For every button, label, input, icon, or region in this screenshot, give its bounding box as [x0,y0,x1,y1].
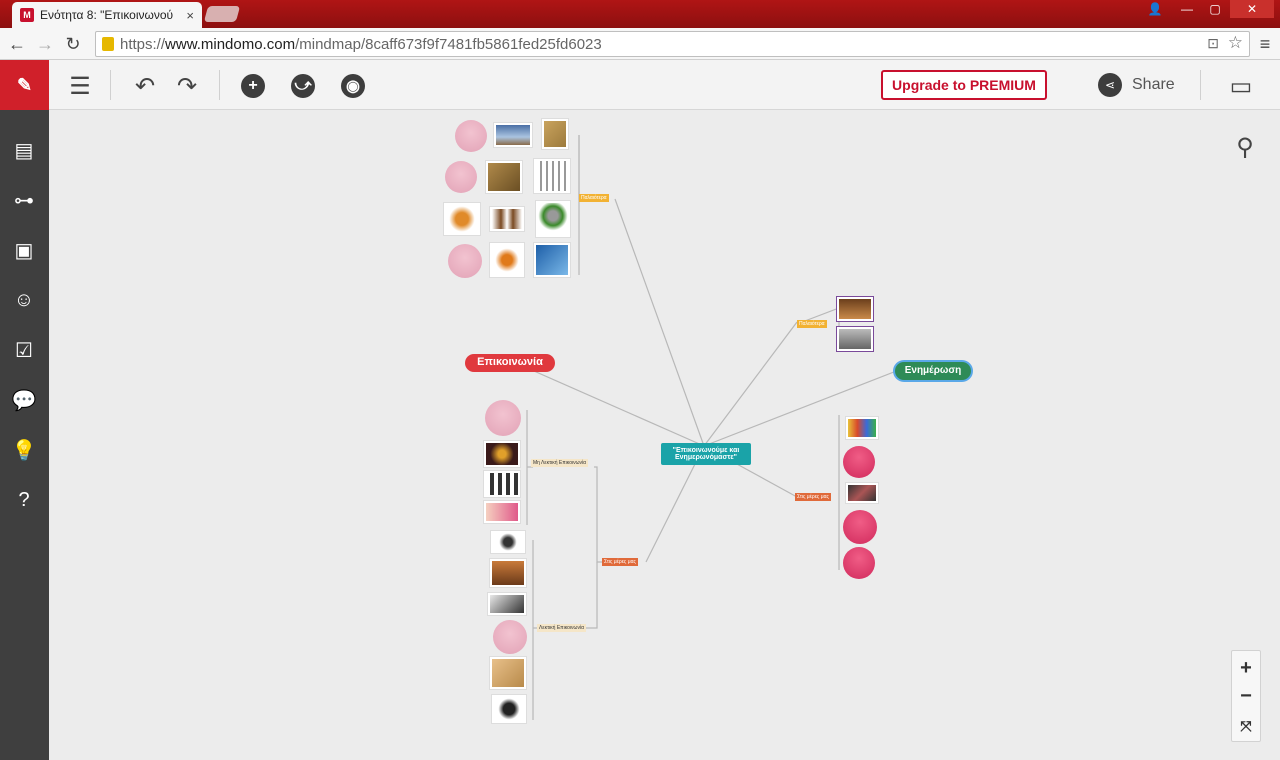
image-node[interactable] [483,500,521,524]
tab-close-icon[interactable]: × [186,8,194,23]
image-node[interactable] [487,592,527,616]
toolbar-divider [1200,70,1201,100]
sub-topic-today-left[interactable]: Στις μέρες μας [602,558,638,566]
sub-topic-verbal[interactable]: Λεκτική Επικοινωνία [537,624,586,632]
pink-topic-node[interactable] [485,400,521,436]
main-topic-information[interactable]: Ενημέρωση [895,362,971,380]
new-tab-button[interactable] [203,6,241,22]
translate-icon[interactable]: ⊡ [1207,35,1219,52]
mindomo-logo[interactable]: ✎ [0,60,49,110]
minimize-button[interactable]: — [1174,0,1200,18]
tab-title: Ενότητα 8: "Επικοινωνού [40,8,174,22]
image-node[interactable] [485,160,523,194]
pink-topic-node[interactable] [843,446,875,478]
image-node[interactable] [483,440,521,468]
comments-icon[interactable]: 💬 [10,386,38,414]
link-icon[interactable]: ⊶ [10,186,38,214]
sub-topic-past-top[interactable]: Παλαιότερα [579,194,609,202]
idea-icon[interactable]: 💡 [10,436,38,464]
url-path: /mindmap/8caff673f9f7481fb5861fed25fd602… [295,35,602,53]
central-topic[interactable]: "Επικοινωνούμε και Ενημερωνόμαστε" [661,443,751,465]
add-topic-icon[interactable]: + [240,73,266,99]
zoom-out-button[interactable]: − [1232,681,1260,711]
mindmap-canvas[interactable]: Παλαιότερα Επικοινωνία "Επικοινωνούμε κα… [49,110,1280,760]
pink-topic-node[interactable] [445,161,477,193]
bookmark-star-icon[interactable]: ☆ [1228,33,1243,53]
toolbar-divider [219,70,220,100]
app-toolbar: ✎ ☰ ↶ ↷ + ⤻ ◉ Upgrade to PREMIUM ⋖ Share… [0,60,1280,110]
zoom-in-button[interactable]: + [1232,653,1260,683]
task-icon[interactable]: ☑ [10,336,38,364]
sub-topic-nonverbal[interactable]: Μη Λεκτική Επικοινωνία [531,459,589,467]
undo-icon[interactable]: ↶ [132,73,158,100]
forward-icon[interactable]: → [34,33,56,55]
browser-addressbar: ← → ↻ https:// www.mindomo.com /mindmap/… [0,28,1280,60]
image-node[interactable] [533,158,571,194]
image-node[interactable] [483,470,521,498]
image-node[interactable] [489,558,527,588]
url-input[interactable]: https:// www.mindomo.com /mindmap/8caff6… [95,31,1250,57]
image-node[interactable] [836,326,874,352]
image-node[interactable] [489,206,525,232]
image-node[interactable] [493,122,533,148]
browser-titlebar: M Ενότητα 8: "Επικοινωνού × 👤 — ▢ ✕ [0,0,1280,28]
relationship-icon[interactable]: ⤻ [290,73,316,99]
image-node[interactable] [491,694,527,724]
pink-topic-node[interactable] [843,547,875,579]
image-node[interactable] [490,530,526,554]
redo-icon[interactable]: ↷ [174,73,200,100]
share-icon: ⋖ [1098,73,1122,97]
user-profile-icon[interactable]: 👤 [1142,0,1168,18]
menu-icon[interactable]: ☰ [67,73,93,100]
theme-icon[interactable]: ◉ [340,73,366,99]
pink-topic-node[interactable] [455,120,487,152]
mindomo-favicon-icon: M [20,8,34,22]
zoom-controls: + − ⤧ [1231,650,1261,742]
pink-topic-node[interactable] [448,244,482,278]
image-node[interactable] [443,202,481,236]
back-icon[interactable]: ← [6,33,28,55]
main-topic-communication[interactable]: Επικοινωνία [465,354,555,372]
search-icon[interactable]: ⚲ [1230,132,1260,162]
pink-topic-node[interactable] [843,510,877,544]
sub-topic-today-right[interactable]: Στις μέρες μας [795,493,831,501]
url-prefix: https:// [120,35,166,53]
image-node[interactable] [535,200,571,238]
image-node[interactable] [489,656,527,690]
browser-menu-icon[interactable]: ≡ [1254,33,1276,55]
image-node[interactable] [845,482,879,504]
image-node[interactable] [845,416,879,440]
reload-icon[interactable]: ↻ [62,33,84,55]
image-node[interactable] [836,296,874,322]
share-button[interactable]: ⋖ Share [1098,73,1175,97]
close-window-button[interactable]: ✕ [1230,0,1274,18]
left-sidebar: ▤ ⊶ ▣ ☺ ☑ 💬 💡 ? [0,110,49,760]
fit-to-screen-icon[interactable]: ⤧ [1232,711,1260,741]
toolbar-divider [110,70,111,100]
browser-tab[interactable]: M Ενότητα 8: "Επικοινωνού × [12,2,202,28]
emoji-icon[interactable]: ☺ [10,286,38,314]
image-node[interactable] [489,242,525,278]
sub-topic-past-right[interactable]: Παλαιότερα [797,320,827,328]
maximize-button[interactable]: ▢ [1202,0,1228,18]
image-node[interactable] [541,118,569,150]
upgrade-premium-button[interactable]: Upgrade to PREMIUM [881,70,1047,100]
outline-icon[interactable]: ▤ [10,136,38,164]
lock-icon [102,37,114,51]
help-icon[interactable]: ? [10,486,38,514]
url-host: www.mindomo.com [165,35,296,53]
image-node[interactable] [533,242,571,278]
pink-topic-node[interactable] [493,620,527,654]
presentation-icon[interactable]: ▭ [1228,73,1254,100]
image-icon[interactable]: ▣ [10,236,38,264]
share-label: Share [1132,76,1175,93]
connection-lines [508,135,900,720]
